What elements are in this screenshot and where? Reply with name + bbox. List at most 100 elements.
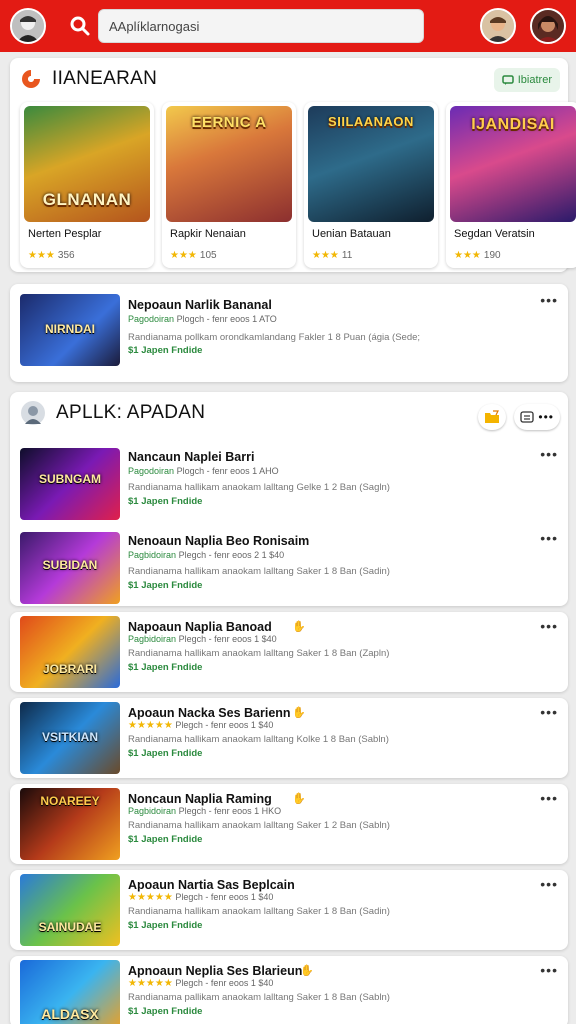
more-options-icon[interactable]: ••• (540, 790, 558, 806)
game-name: Rapkir Nenaian (170, 228, 246, 240)
app-description: Randianama hallikam anaokam lalltang Sak… (128, 906, 390, 917)
rating-stars-icon: ★★★ (312, 250, 339, 261)
search-input[interactable]: AAplíklarnogasi (98, 9, 424, 43)
hand-icon: ✋ (292, 621, 306, 633)
app-list-item[interactable]: ALDASX Apnoaun Neplia Ses Blarieun ✋ ★★★… (10, 956, 568, 1024)
avatar-face-icon (532, 10, 564, 42)
filter-chip[interactable]: Ibiatrer (493, 68, 560, 92)
more-options-icon[interactable]: ••• (540, 530, 558, 546)
more-options-icon[interactable]: ••• (540, 704, 558, 720)
app-thumbnail: SUBNGAM (20, 448, 120, 520)
friend-avatar[interactable] (480, 8, 516, 44)
more-options-icon[interactable]: ••• (540, 876, 558, 892)
thumbnail-title: VSITKIAN (41, 730, 98, 744)
app-title: Nenoaun Naplia Beo Ronisaim (128, 534, 310, 548)
game-tile[interactable]: EERNIC A Rapkir Nenaian ★★★ 105 (162, 102, 296, 268)
app-price: $1 Japen Fndide (128, 1006, 203, 1017)
game-name: Uenian Batauan (312, 228, 391, 240)
app-list-item[interactable]: NIRNDAI Nepoaun Narlik Bananal Pagodoira… (10, 284, 568, 382)
app-list-item[interactable]: JOBRARI Napoaun Naplia Banoad ✋ Pagbidoi… (10, 612, 568, 692)
app-title: Noncaun Naplia Raming (128, 792, 272, 806)
list-item[interactable]: SUBIDAN Nenoaun Naplia Beo Ronisaim Pagb… (10, 528, 568, 604)
meta-details: Plegch - fenr eoos 2 1 $40 (178, 550, 285, 560)
app-meta: Pagodoiran Plogch - fenr eoos 1 AHO (128, 466, 279, 476)
rating-stars-icon: ★★★ (454, 250, 481, 261)
app-thumbnail: NOAREEY (20, 788, 120, 860)
app-title: Nepoaun Narlik Bananal (128, 298, 272, 312)
filter-chip-label: Ibiatrer (517, 74, 552, 86)
chat-icon (502, 75, 514, 85)
thumbnail-title: SUBNGAM (39, 472, 101, 486)
app-list-item[interactable]: NOAREEY Noncaun Naplia Raming ✋ Pagbidoi… (10, 784, 568, 864)
game-tile[interactable]: SIILAANAON Uenian Batauan ★★★ 11 (304, 102, 438, 268)
app-meta: Pagbidoiran Plegch - fenr eoos 1 HKO (128, 806, 281, 816)
search-icon[interactable] (68, 14, 92, 38)
app-list-item[interactable]: VSITKIAN Apoaun Nacka Ses Barienn ✋ ★★★★… (10, 698, 568, 778)
app-price: $1 Japen Fndide (128, 662, 203, 673)
app-description: Randianama pallikam anaokam lalltang Sak… (128, 992, 390, 1003)
game-art-title: GLNANAN (42, 190, 132, 209)
meta-details: Plegch - fenr eoos 1 HKO (178, 806, 282, 816)
more-options-icon[interactable]: ••• (540, 292, 558, 308)
app-thumbnail: VSITKIAN (20, 702, 120, 774)
game-name: Nerten Pesplar (28, 228, 102, 240)
app-title: Napoaun Naplia Banoad (128, 620, 272, 634)
featured-section: IIANEARAN Ibiatrer GLNANAN Nerten Pespla… (10, 58, 576, 272)
app-description: Randianama hallikam anaokam lalltang Kol… (128, 734, 389, 745)
app-description: Randianama hallikam anaokam lalltang Sak… (128, 566, 390, 577)
game-art-image: SIILAANAON (308, 106, 434, 222)
hand-icon: ✋ (300, 965, 314, 977)
app-price: $1 Japen Fndide (128, 834, 203, 845)
app-thumbnail: SUBIDAN (20, 532, 120, 604)
rating-count: 356 (57, 250, 75, 261)
developer-name: Pagodoiran (128, 314, 175, 324)
section-avatar-icon (21, 401, 45, 425)
profile-avatar[interactable] (10, 8, 46, 44)
rating-stars-icon: ★★★ (170, 250, 197, 261)
list-item[interactable]: SUBNGAM Nancaun Naplei Barri Pagodoiran … (10, 444, 568, 520)
game-art-image: IJANDISAI (450, 106, 576, 222)
app-thumbnail: NIRNDAI (20, 294, 120, 366)
rating-count: 105 (199, 250, 217, 261)
developer-name: Pagodoiran (128, 466, 175, 476)
app-meta: Pagbidoiran Plegch - fenr eoos 2 1 $40 (128, 550, 284, 560)
game-tile[interactable]: IJANDISAI Segdan Veratsin ★★★ 190 (446, 102, 576, 268)
app-title: Apoaun Nacka Ses Barienn (128, 706, 291, 720)
folder-button[interactable] (478, 404, 507, 430)
more-options-icon[interactable]: ••• (540, 962, 558, 978)
app-meta: ★★★★★ Plegch - fenr eoos 1 $40 (128, 978, 273, 989)
app-title: Apnoaun Neplia Ses Blarieun (128, 964, 303, 978)
app-list-item[interactable]: SAINUDAE Apoaun Nartia Sas Beplcain ★★★★… (10, 870, 568, 950)
thumbnail-title: SUBIDAN (42, 558, 98, 572)
account-avatar[interactable] (530, 8, 566, 44)
app-price: $1 Japen Fndide (128, 345, 203, 356)
rating-stars-icon: ★★★★★ (128, 720, 173, 731)
game-rating: ★★★ 105 (170, 250, 217, 261)
app-price: $1 Japen Fndide (128, 580, 203, 591)
game-rating: ★★★ 190 (454, 250, 501, 261)
more-dots-icon: ••• (538, 410, 554, 424)
thumbnail-title: ALDASX (41, 1006, 99, 1022)
game-tile[interactable]: GLNANAN Nerten Pesplar ★★★ 356 (20, 102, 154, 268)
app-meta: Pagbidoiran Plegch - fenr eoos 1 $40 (128, 634, 277, 644)
section-title: APLLK: APADAN (56, 402, 206, 423)
app-meta: ★★★★★ Plegch - fenr eoos 1 $40 (128, 892, 273, 903)
game-art-image: GLNANAN (24, 106, 150, 222)
app-title: Nancaun Naplei Barri (128, 450, 255, 464)
game-art-image: EERNIC A (166, 106, 292, 222)
developer-name: Pagbidoiran (128, 806, 177, 816)
avatar-face-icon (12, 10, 44, 42)
developer-name: Pagbidoiran (128, 634, 177, 644)
list-section: APLLK: APADAN ••• SUBNGAM Nancaun Naplei… (10, 392, 568, 606)
avatar-face-icon (482, 10, 514, 42)
meta-details: Plegch - fenr eoos 1 $40 (175, 720, 274, 730)
list-options-button[interactable]: ••• (514, 404, 560, 430)
game-name: Segdan Veratsin (454, 228, 535, 240)
app-thumbnail: ALDASX (20, 960, 120, 1024)
game-art-title: EERNIC A (191, 114, 267, 131)
more-options-icon[interactable]: ••• (540, 618, 558, 634)
thumbnail-title: NIRNDAI (45, 322, 95, 336)
folder-icon (485, 410, 500, 423)
more-options-icon[interactable]: ••• (540, 446, 558, 462)
app-thumbnail: JOBRARI (20, 616, 120, 688)
